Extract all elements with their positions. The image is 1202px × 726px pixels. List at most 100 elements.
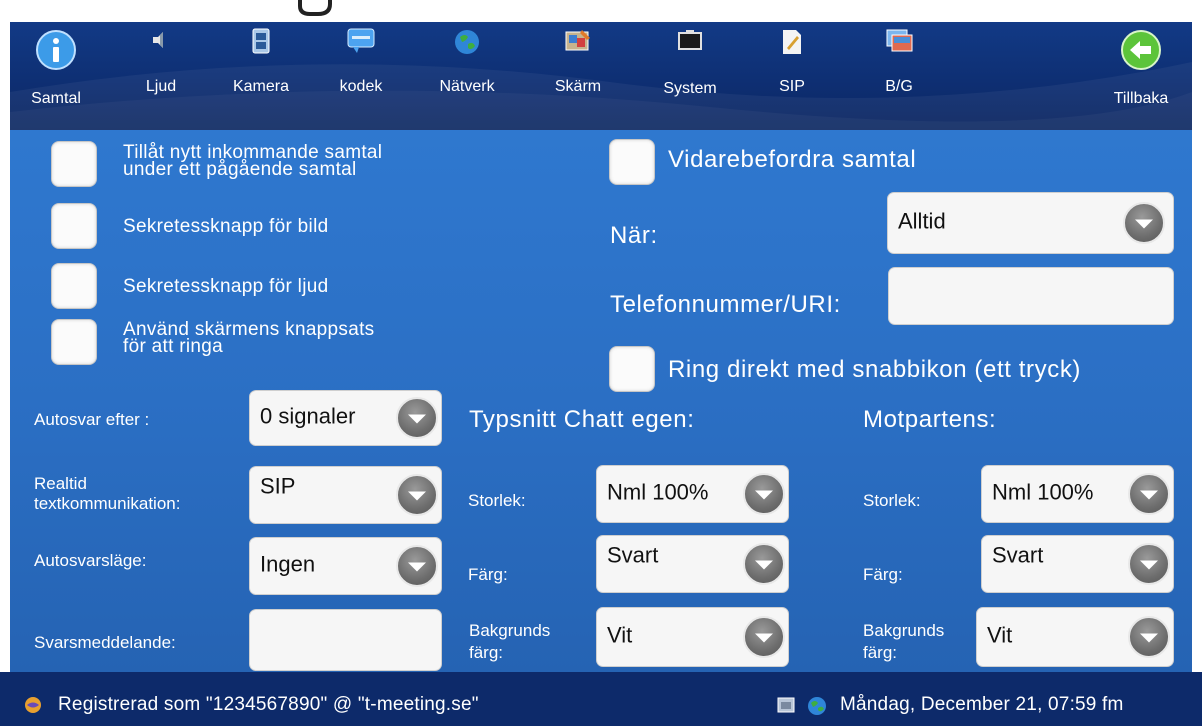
privacy-video-label: Sekretessknapp för bild bbox=[123, 216, 329, 237]
rtt-value: SIP bbox=[260, 473, 296, 499]
autoanswer-label: Autosvar efter : bbox=[34, 410, 150, 429]
forward-call-checkbox[interactable] bbox=[609, 139, 655, 185]
allow-incoming-call-checkbox[interactable] bbox=[51, 141, 97, 187]
autoanswer-value: 0 signaler bbox=[260, 403, 356, 429]
tab-label: Skärm bbox=[554, 78, 602, 95]
sip-document-icon bbox=[783, 30, 801, 54]
system-box-icon bbox=[678, 30, 702, 50]
onscreen-keypad-label-line2: för att ringa bbox=[123, 336, 224, 357]
chat-own-size-value: Nml 100% bbox=[607, 479, 709, 505]
chat-peer-size-label: Storlek: bbox=[863, 491, 921, 510]
chevron-down-icon bbox=[1128, 543, 1170, 585]
tab-skarm[interactable]: Skärm bbox=[528, 28, 628, 128]
tab-sip[interactable]: SIP bbox=[742, 28, 842, 128]
back-button[interactable]: Tillbaka bbox=[1091, 28, 1191, 128]
chat-peer-heading: Motpartens: bbox=[863, 406, 997, 433]
chat-peer-bg-label-line1: Bakgrunds bbox=[863, 621, 945, 640]
tab-natverk[interactable]: Nätverk bbox=[417, 28, 517, 128]
back-arrow-icon bbox=[1121, 30, 1161, 70]
chevron-down-icon bbox=[1128, 473, 1170, 515]
registration-status-icon bbox=[25, 697, 41, 713]
globe-icon bbox=[455, 30, 479, 54]
tab-label: Kamera bbox=[232, 78, 290, 95]
top-toolbar: Samtal Ljud Kamera kodek Nätverk Skärm S… bbox=[10, 22, 1192, 130]
chat-peer-bg-label-line2: färg: bbox=[863, 643, 898, 662]
chat-own-color-dropdown[interactable]: Svart bbox=[596, 535, 789, 593]
chat-own-color-label: Färg: bbox=[468, 565, 508, 584]
chat-peer-color-value: Svart bbox=[992, 542, 1044, 568]
chevron-down-icon bbox=[1128, 616, 1170, 658]
tab-label: System bbox=[663, 80, 717, 97]
title-fragment-graphic bbox=[298, 0, 332, 16]
network-status-icon[interactable] bbox=[777, 696, 795, 714]
when-label: När: bbox=[610, 222, 658, 249]
autoanswer-mode-value: Ingen bbox=[260, 551, 316, 577]
chat-peer-color-label: Färg: bbox=[863, 565, 903, 584]
tab-label: SIP bbox=[779, 78, 805, 95]
speaker-icon bbox=[153, 32, 163, 48]
chat-own-bg-label-line1: Bakgrunds bbox=[469, 621, 551, 640]
datetime-text: Måndag, December 21, 07:59 fm bbox=[840, 694, 1124, 715]
chat-peer-size-dropdown[interactable]: Nml 100% bbox=[981, 465, 1174, 523]
window-title-strip bbox=[0, 0, 1202, 22]
tab-ljud[interactable]: Ljud bbox=[111, 28, 211, 128]
chat-own-heading: Typsnitt Chatt egen: bbox=[469, 406, 695, 433]
phone-uri-input[interactable] bbox=[888, 267, 1174, 325]
privacy-video-checkbox[interactable] bbox=[51, 203, 97, 249]
chevron-down-icon bbox=[743, 543, 785, 585]
privacy-audio-label: Sekretessknapp för ljud bbox=[123, 276, 329, 297]
globe-icon[interactable] bbox=[807, 696, 827, 716]
speed-dial-label: Ring direkt med snabbikon (ett tryck) bbox=[668, 356, 1082, 383]
info-icon bbox=[36, 30, 76, 70]
tab-kamera[interactable]: Kamera bbox=[211, 28, 311, 128]
tab-samtal[interactable]: Samtal bbox=[10, 28, 106, 128]
tab-label: B/G bbox=[885, 78, 913, 95]
autoanswer-mode-label: Autosvarsläge: bbox=[34, 551, 147, 570]
onscreen-keypad-checkbox[interactable] bbox=[51, 319, 97, 365]
tab-label: Ljud bbox=[145, 78, 177, 95]
forward-call-label: Vidarebefordra samtal bbox=[668, 146, 917, 173]
status-bar: Registrerad som "1234567890" @ "t-meetin… bbox=[0, 672, 1202, 726]
chat-peer-size-value: Nml 100% bbox=[992, 479, 1094, 505]
rtt-label-line1: Realtid bbox=[34, 474, 87, 493]
tab-kodek[interactable]: kodek bbox=[311, 28, 411, 128]
chevron-down-icon bbox=[396, 545, 438, 587]
speed-dial-checkbox[interactable] bbox=[609, 346, 655, 392]
screen-paint-icon bbox=[565, 30, 590, 51]
tab-label: kodek bbox=[339, 78, 383, 95]
chat-peer-color-dropdown[interactable]: Svart bbox=[981, 535, 1174, 593]
registration-status-text: Registrerad som "1234567890" @ "t-meetin… bbox=[58, 694, 479, 715]
tab-system[interactable]: System bbox=[640, 28, 740, 128]
tab-label: Nätverk bbox=[439, 78, 495, 95]
rtt-label-line2: textkommunikation: bbox=[34, 494, 181, 513]
camera-film-icon bbox=[252, 28, 270, 54]
tab-label: Samtal bbox=[31, 90, 81, 107]
when-value: Alltid bbox=[898, 208, 946, 234]
tab-label: Tillbaka bbox=[1113, 90, 1169, 107]
chat-own-bg-dropdown[interactable]: Vit bbox=[596, 607, 789, 667]
autoanswer-mode-dropdown[interactable]: Ingen bbox=[249, 537, 442, 595]
privacy-audio-checkbox[interactable] bbox=[51, 263, 97, 309]
reply-message-label: Svarsmeddelande: bbox=[34, 633, 176, 652]
chat-peer-bg-value: Vit bbox=[987, 622, 1013, 648]
background-image-icon bbox=[886, 29, 913, 52]
chat-own-size-label: Storlek: bbox=[468, 491, 526, 510]
tab-bg[interactable]: B/G bbox=[849, 28, 949, 128]
autoanswer-dropdown[interactable]: 0 signaler bbox=[249, 390, 442, 446]
chat-own-color-value: Svart bbox=[607, 542, 659, 568]
chevron-down-icon bbox=[1123, 202, 1165, 244]
chevron-down-icon bbox=[396, 397, 438, 439]
allow-incoming-call-label-line2: under ett pågående samtal bbox=[123, 159, 357, 180]
rtt-dropdown[interactable]: SIP bbox=[249, 466, 442, 524]
codec-icon bbox=[347, 28, 375, 53]
chevron-down-icon bbox=[743, 616, 785, 658]
chat-own-size-dropdown[interactable]: Nml 100% bbox=[596, 465, 789, 523]
phone-uri-label: Telefonnummer/URI: bbox=[610, 291, 841, 318]
chevron-down-icon bbox=[743, 473, 785, 515]
chevron-down-icon bbox=[396, 474, 438, 516]
chat-peer-bg-dropdown[interactable]: Vit bbox=[976, 607, 1174, 667]
reply-message-input[interactable] bbox=[249, 609, 442, 671]
when-dropdown[interactable]: Alltid bbox=[887, 192, 1174, 254]
call-settings-panel: Tillåt nytt inkommande samtal under ett … bbox=[10, 130, 1192, 672]
chat-own-bg-value: Vit bbox=[607, 622, 633, 648]
